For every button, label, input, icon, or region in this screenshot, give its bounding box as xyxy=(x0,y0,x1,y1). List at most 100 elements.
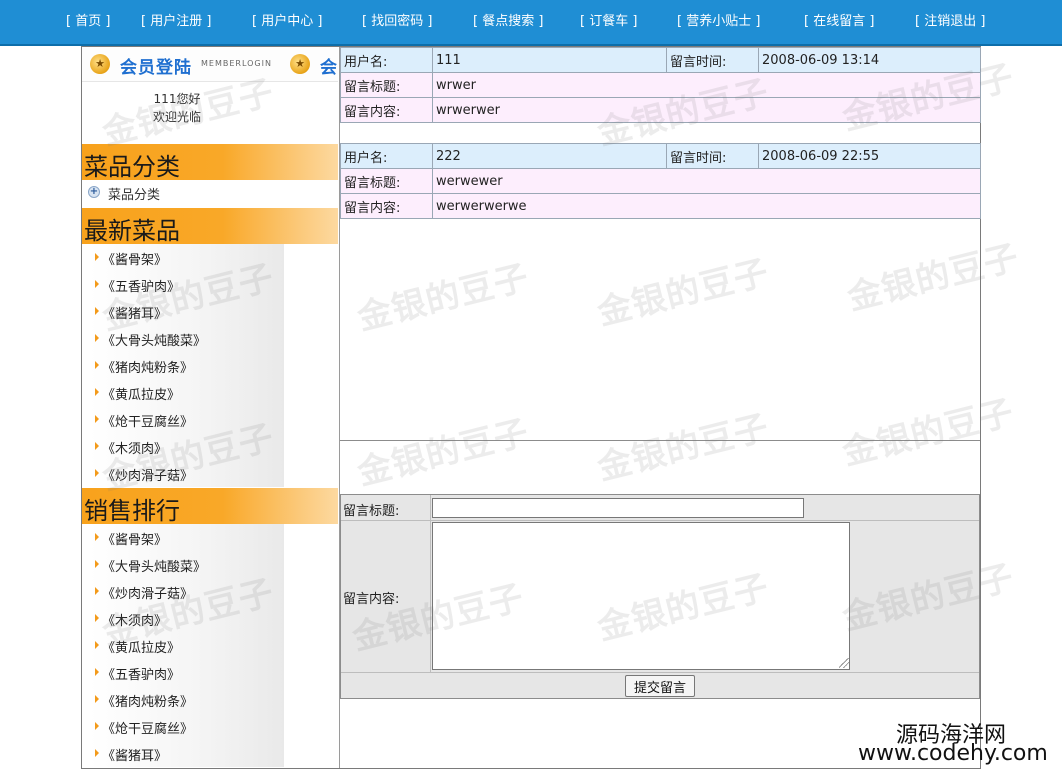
dish-name[interactable]: 《猪肉炖粉条》 xyxy=(102,691,193,710)
latest-dish-item[interactable]: 《木须肉》 xyxy=(90,433,284,460)
dish-name[interactable]: 《炒肉滑子菇》 xyxy=(102,583,193,602)
dish-name[interactable]: 《黄瓜拉皮》 xyxy=(102,637,180,656)
message-title-row: 留言标题: werwewer xyxy=(340,168,981,194)
content-value: werwerwerwe xyxy=(432,193,981,219)
sidebar: ★ 会员登陆 MEMBERLOGIN ★ 会 111您好 欢迎光临 菜品分类 +… xyxy=(82,47,338,768)
latest-dish-item[interactable]: 《猪肉炖粉条》 xyxy=(90,352,284,379)
top-nav-bar: [ 首页 ] [ 用户注册 ] [ 用户中心 ] [ 找回密码 ] [ 餐点搜索… xyxy=(0,0,1062,46)
nav-recover-password-link[interactable]: [ 找回密码 ] xyxy=(362,0,432,44)
dish-name[interactable]: 《炒肉滑子菇》 xyxy=(102,465,193,484)
section-header-latest: 最新菜品 xyxy=(82,208,338,245)
message-content-row: 留言内容: wrwerwer xyxy=(340,97,981,123)
latest-dish-item[interactable]: 《大骨头炖酸菜》 xyxy=(90,325,284,352)
ranking-dish-item[interactable]: 《酱骨架》 xyxy=(90,524,284,551)
category-item[interactable]: + 菜品分类 xyxy=(82,180,338,204)
dish-name[interactable]: 《木须肉》 xyxy=(102,438,167,457)
title-label: 留言标题: xyxy=(340,168,433,194)
resize-grip-icon[interactable] xyxy=(839,658,849,668)
bullet-arrow-icon xyxy=(95,253,99,261)
latest-dish-item[interactable]: 《酱猪耳》 xyxy=(90,298,284,325)
dish-name[interactable]: 《木须肉》 xyxy=(102,610,167,629)
title-value: wrwer xyxy=(432,72,981,98)
member-login-title: 会员登陆 xyxy=(120,58,192,78)
title-label: 留言标题: xyxy=(340,72,433,98)
ranking-dish-item[interactable]: 《木须肉》 xyxy=(90,605,284,632)
dish-name[interactable]: 《五香驴肉》 xyxy=(102,276,180,295)
nav-nutrition-tips-link[interactable]: [ 营养小贴士 ] xyxy=(677,0,760,44)
welcome-user-text: 111您好 xyxy=(153,92,201,106)
bullet-arrow-icon xyxy=(95,695,99,703)
nav-logout-link[interactable]: [ 注销退出 ] xyxy=(915,0,985,44)
content-value: wrwerwer xyxy=(432,97,981,123)
dish-name[interactable]: 《黄瓜拉皮》 xyxy=(102,384,180,403)
dish-name[interactable]: 《酱骨架》 xyxy=(102,249,167,268)
latest-dish-item[interactable]: 《五香驴肉》 xyxy=(90,271,284,298)
dish-name[interactable]: 《炝干豆腐丝》 xyxy=(102,411,193,430)
latest-dish-item[interactable]: 《黄瓜拉皮》 xyxy=(90,379,284,406)
nav-order-cart-link[interactable]: [ 订餐车 ] xyxy=(580,0,637,44)
submit-message-button[interactable]: 提交留言 xyxy=(625,675,695,697)
dish-name[interactable]: 《酱猪耳》 xyxy=(102,745,167,764)
bullet-arrow-icon xyxy=(95,388,99,396)
nav-guestbook-link[interactable]: [ 在线留言 ] xyxy=(804,0,874,44)
ranking-dish-item[interactable]: 《大骨头炖酸菜》 xyxy=(90,551,284,578)
expand-plus-icon[interactable]: + xyxy=(88,186,100,198)
dish-name[interactable]: 《大骨头炖酸菜》 xyxy=(102,330,206,349)
section-title: 销售排行 xyxy=(84,497,180,525)
latest-dish-item[interactable]: 《炒肉滑子菇》 xyxy=(90,460,284,487)
user-value: 222 xyxy=(432,143,667,169)
nav-meal-search-link[interactable]: [ 餐点搜索 ] xyxy=(473,0,543,44)
message-content-textarea[interactable] xyxy=(432,522,850,670)
message-title-input[interactable] xyxy=(432,498,804,518)
section-title: 最新菜品 xyxy=(84,217,180,245)
dish-name[interactable]: 《酱骨架》 xyxy=(102,529,167,548)
member-badge-icon: ★ xyxy=(290,54,310,74)
message-table: 用户名: 222 留言时间: 2008-06-09 22:55 留言标题: we… xyxy=(340,143,981,219)
member-login-banner: ★ 会员登陆 MEMBERLOGIN ★ 会 xyxy=(82,47,338,82)
ranking-dish-item[interactable]: 《炒肉滑子菇》 xyxy=(90,578,284,605)
bullet-arrow-icon xyxy=(95,641,99,649)
section-divider xyxy=(340,440,980,441)
bullet-arrow-icon xyxy=(95,533,99,541)
ranking-dish-item[interactable]: 《黄瓜拉皮》 xyxy=(90,632,284,659)
member-login-title-repeat: 会 xyxy=(320,58,338,78)
guestbook-form: 留言标题: 留言内容: 提交留言 xyxy=(340,494,980,699)
section-header-categories: 菜品分类 xyxy=(82,144,338,181)
bullet-arrow-icon xyxy=(95,307,99,315)
title-value: werwewer xyxy=(432,168,981,194)
dish-name[interactable]: 《猪肉炖粉条》 xyxy=(102,357,193,376)
dish-name[interactable]: 《五香驴肉》 xyxy=(102,664,180,683)
bullet-arrow-icon xyxy=(95,469,99,477)
dish-name[interactable]: 《大骨头炖酸菜》 xyxy=(102,556,206,575)
ranking-dish-item[interactable]: 《炝干豆腐丝》 xyxy=(90,713,284,740)
category-label[interactable]: 菜品分类 xyxy=(108,184,160,203)
nav-home-link[interactable]: [ 首页 ] xyxy=(66,0,110,44)
content-label: 留言内容: xyxy=(340,193,433,219)
message-meta-row: 用户名: 111 留言时间: 2008-06-09 13:14 xyxy=(340,47,981,73)
latest-dish-item[interactable]: 《炝干豆腐丝》 xyxy=(90,406,284,433)
time-value: 2008-06-09 13:14 xyxy=(758,47,981,73)
latest-dish-item[interactable]: 《酱骨架》 xyxy=(90,244,284,271)
user-label: 用户名: xyxy=(340,47,433,73)
bullet-arrow-icon xyxy=(95,334,99,342)
bullet-arrow-icon xyxy=(95,668,99,676)
nav-register-link[interactable]: [ 用户注册 ] xyxy=(141,0,211,44)
bullet-arrow-icon xyxy=(95,722,99,730)
member-login-subtitle: MEMBERLOGIN xyxy=(201,59,272,68)
page-frame: ★ 会员登陆 MEMBERLOGIN ★ 会 111您好 欢迎光临 菜品分类 +… xyxy=(81,46,981,769)
form-row-divider xyxy=(341,520,979,521)
ranking-dish-item[interactable]: 《猪肉炖粉条》 xyxy=(90,686,284,713)
ranking-dish-item[interactable]: 《五香驴肉》 xyxy=(90,659,284,686)
bullet-arrow-icon xyxy=(95,614,99,622)
dish-name[interactable]: 《炝干豆腐丝》 xyxy=(102,718,193,737)
guestbook-main: 用户名: 111 留言时间: 2008-06-09 13:14 留言标题: wr… xyxy=(339,47,981,768)
time-label: 留言时间: xyxy=(666,47,759,73)
bullet-arrow-icon xyxy=(95,280,99,288)
ranking-dish-item[interactable]: 《酱猪耳》 xyxy=(90,740,284,767)
dish-name[interactable]: 《酱猪耳》 xyxy=(102,303,167,322)
nav-user-center-link[interactable]: [ 用户中心 ] xyxy=(252,0,322,44)
bullet-arrow-icon xyxy=(95,415,99,423)
time-value: 2008-06-09 22:55 xyxy=(758,143,981,169)
user-value: 111 xyxy=(432,47,667,73)
member-badge-icon: ★ xyxy=(90,54,110,74)
